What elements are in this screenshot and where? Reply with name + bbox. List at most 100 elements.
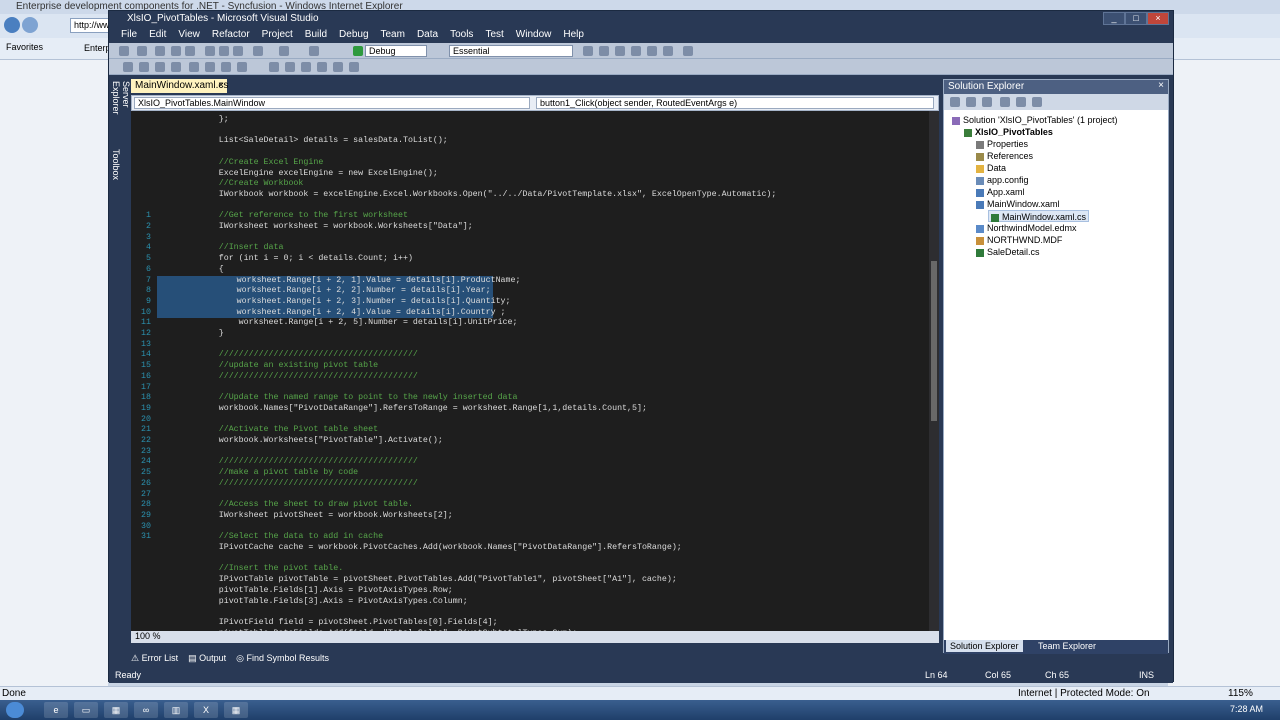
member-dropdown[interactable]: button1_Click(object sender, RoutedEvent… xyxy=(536,97,934,109)
close-button[interactable]: × xyxy=(1147,12,1169,25)
indent-icon[interactable] xyxy=(189,62,199,72)
editor-zoom[interactable]: 100 % xyxy=(135,631,161,641)
platform-select[interactable]: Essential xyxy=(449,45,573,57)
error-list-tab[interactable]: ⚠ Error List xyxy=(131,653,178,667)
favorites-button[interactable]: Favorites xyxy=(6,42,43,52)
type-dropdown[interactable]: XlsIO_PivotTables.MainWindow xyxy=(134,97,530,109)
class-diagram-icon[interactable] xyxy=(1032,97,1042,107)
code-line[interactable]: //update an existing pivot table xyxy=(159,361,378,372)
copy-icon[interactable] xyxy=(219,46,229,56)
vs-taskbar-icon[interactable]: ∞ xyxy=(134,702,158,718)
code-line[interactable]: IPivotField field = pivotSheet.PivotTabl… xyxy=(159,618,498,629)
step-into-icon[interactable] xyxy=(139,62,149,72)
toolbox-icon[interactable] xyxy=(647,46,657,56)
tree-item[interactable]: References xyxy=(976,150,1033,162)
document-tab[interactable]: MainWindow.xaml.cs × xyxy=(131,79,228,93)
code-line[interactable]: //Update the named range to point to the… xyxy=(159,393,518,404)
code-line[interactable]: //////////////////////////////////////// xyxy=(159,350,418,361)
toolbox-tab[interactable]: Toolbox xyxy=(111,149,121,199)
menu-project[interactable]: Project xyxy=(256,27,299,43)
redo-icon[interactable] xyxy=(279,46,289,56)
app-taskbar-icon[interactable]: ▦ xyxy=(104,702,128,718)
server-explorer-tab[interactable]: Server Explorer xyxy=(111,81,131,141)
tree-item[interactable]: App.xaml xyxy=(976,186,1025,198)
view-designer-icon[interactable] xyxy=(1016,97,1026,107)
app2-taskbar-icon[interactable]: ▥ xyxy=(164,702,188,718)
bookmark-icon[interactable] xyxy=(269,62,279,72)
menu-help[interactable]: Help xyxy=(557,27,590,43)
ie-taskbar-icon[interactable]: e xyxy=(44,702,68,718)
code-line[interactable]: IWorkbook workbook = excelEngine.Excel.W… xyxy=(159,190,777,201)
minimize-button[interactable]: _ xyxy=(1103,12,1125,25)
solution-explorer-icon[interactable] xyxy=(599,46,609,56)
excel-taskbar-icon[interactable]: X xyxy=(194,702,218,718)
explorer-taskbar-icon[interactable]: ▭ xyxy=(74,702,98,718)
menu-view[interactable]: View xyxy=(172,27,206,43)
menu-tools[interactable]: Tools xyxy=(444,27,479,43)
address-input[interactable]: http://ww xyxy=(70,18,110,33)
menu-data[interactable]: Data xyxy=(411,27,444,43)
start-page-icon[interactable] xyxy=(663,46,673,56)
tree-item[interactable]: app.config xyxy=(976,174,1029,186)
open-file-icon[interactable] xyxy=(155,46,165,56)
code-line[interactable]: //Create Excel Engine xyxy=(159,158,324,169)
add-item-icon[interactable] xyxy=(137,46,147,56)
new-project-icon[interactable] xyxy=(119,46,129,56)
tree-item[interactable]: SaleDetail.cs xyxy=(976,246,1040,258)
cut-icon[interactable] xyxy=(205,46,215,56)
tree-item[interactable]: Data xyxy=(976,162,1006,174)
code-line[interactable]: } xyxy=(159,329,224,340)
code-line[interactable]: IPivotCache cache = workbook.PivotCaches… xyxy=(159,543,682,554)
step-over-icon[interactable] xyxy=(155,62,165,72)
next-bookmark-icon[interactable] xyxy=(301,62,311,72)
find-symbol-tab[interactable]: ◎ Find Symbol Results xyxy=(236,653,329,667)
back-button[interactable] xyxy=(4,17,20,33)
extension-icon[interactable] xyxy=(683,46,693,56)
code-line[interactable]: IWorksheet worksheet = workbook.Workshee… xyxy=(159,222,473,233)
start-debugging-icon[interactable] xyxy=(353,46,363,56)
code-line[interactable]: //Create Workbook xyxy=(159,179,304,190)
code-line[interactable]: //////////////////////////////////////// xyxy=(159,479,418,490)
code-line[interactable]: //Activate the Pivot table sheet xyxy=(159,425,378,436)
tab-solution-explorer[interactable]: Solution Explorer xyxy=(946,640,1023,652)
tree-item[interactable]: NorthwindModel.edmx xyxy=(976,222,1077,234)
tree-item[interactable]: MainWindow.xaml xyxy=(976,198,1060,210)
configuration-select[interactable]: Debug xyxy=(365,45,427,57)
menu-window[interactable]: Window xyxy=(510,27,558,43)
undo-icon[interactable] xyxy=(253,46,263,56)
code-line[interactable]: //////////////////////////////////////// xyxy=(159,372,418,383)
code-line[interactable]: //Get reference to the first worksheet xyxy=(159,211,408,222)
properties-icon[interactable] xyxy=(615,46,625,56)
tree-item[interactable]: Properties xyxy=(976,138,1028,150)
tree-item[interactable]: NORTHWND.MDF xyxy=(976,234,1062,246)
menu-debug[interactable]: Debug xyxy=(333,27,374,43)
prev-bookmark-icon[interactable] xyxy=(285,62,295,72)
menu-edit[interactable]: Edit xyxy=(143,27,172,43)
code-editor[interactable]: 1 2 3 4 5 6 7 8 9 10 11 12 13 14 15 16 17 18 19 20 21 22 23 24 2… xyxy=(131,111,929,631)
object-browser-icon[interactable] xyxy=(631,46,641,56)
code-line[interactable]: IWorksheet pivotSheet = workbook.Workshe… xyxy=(159,511,453,522)
close-panel-icon[interactable]: × xyxy=(1158,80,1164,91)
code-line[interactable]: //Select the data to add in cache xyxy=(159,532,383,543)
code-line[interactable]: worksheet.Range[i + 2, 5].Number = detai… xyxy=(159,318,518,329)
zoom-level[interactable]: 115% xyxy=(1228,688,1253,699)
bookmark-folder-icon[interactable] xyxy=(333,62,343,72)
menu-team[interactable]: Team xyxy=(375,27,411,43)
close-tab-icon[interactable]: × xyxy=(218,80,224,91)
save-all-icon[interactable] xyxy=(185,46,195,56)
code-line[interactable]: //make a pivot table by code xyxy=(159,468,358,479)
maximize-button[interactable]: □ xyxy=(1125,12,1147,25)
uncomment-icon[interactable] xyxy=(237,62,247,72)
menu-build[interactable]: Build xyxy=(299,27,333,43)
code-line[interactable]: { xyxy=(159,265,224,276)
scrollbar-thumb[interactable] xyxy=(931,261,937,421)
tree-item[interactable]: Solution 'XlsIO_PivotTables' (1 project) xyxy=(952,114,1118,126)
code-line[interactable]: }; xyxy=(159,115,229,126)
code-line[interactable]: List<SaleDetail> details = salesData.ToL… xyxy=(159,136,448,147)
code-line[interactable]: IPivotTable pivotTable = pivotSheet.Pivo… xyxy=(159,575,677,586)
options-icon[interactable] xyxy=(349,62,359,72)
code-line[interactable]: pivotTable.Fields[3].Axis = PivotAxisTyp… xyxy=(159,597,468,608)
find-icon[interactable] xyxy=(583,46,593,56)
show-all-files-icon[interactable] xyxy=(966,97,976,107)
code-line[interactable]: pivotTable.Fields[1].Axis = PivotAxisTyp… xyxy=(159,586,453,597)
